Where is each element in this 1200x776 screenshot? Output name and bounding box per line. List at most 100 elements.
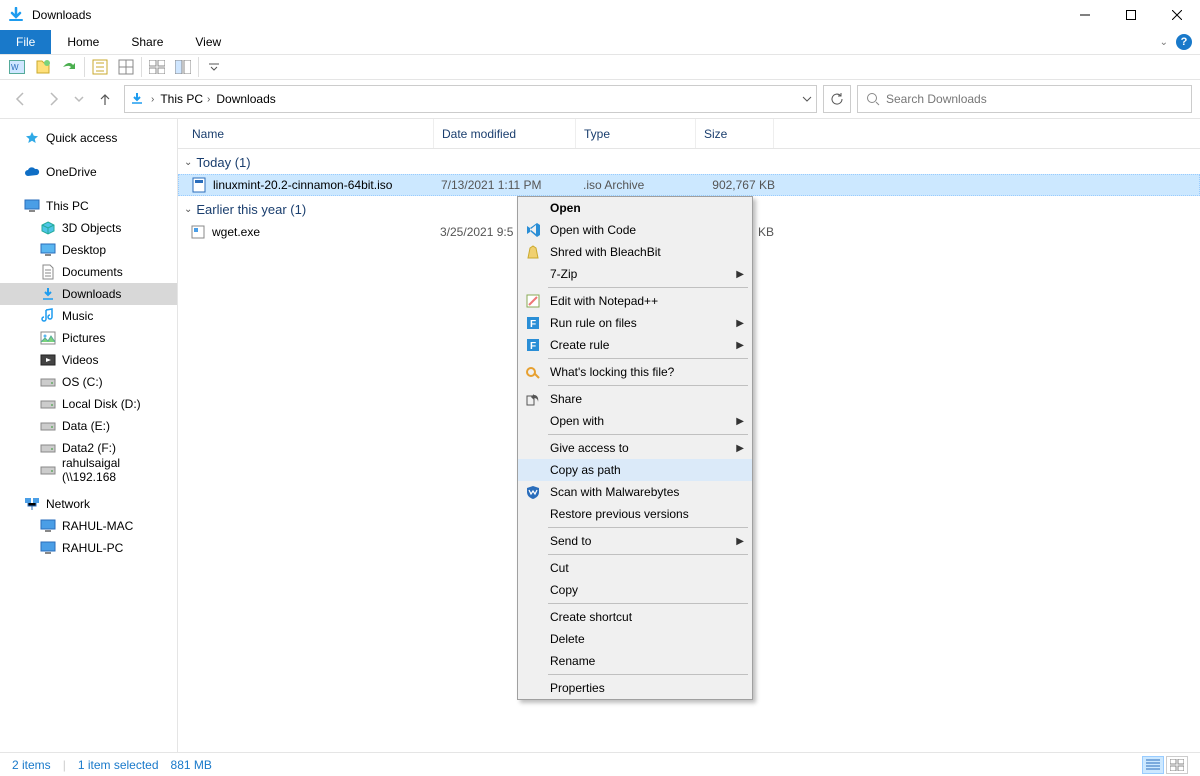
ribbon-help: ⌄ ? bbox=[1160, 30, 1200, 54]
nav-item[interactable]: Desktop bbox=[0, 239, 177, 261]
context-menu-item[interactable]: Open with▶ bbox=[518, 410, 752, 432]
recent-dropdown[interactable] bbox=[72, 86, 86, 112]
context-menu-item[interactable]: FRun rule on files▶ bbox=[518, 312, 752, 334]
menu-icon bbox=[524, 439, 542, 457]
minimize-button[interactable] bbox=[1062, 0, 1108, 30]
separator bbox=[198, 57, 199, 77]
menu-icon bbox=[524, 390, 542, 408]
context-menu-item[interactable]: Share bbox=[518, 388, 752, 410]
back-button[interactable] bbox=[8, 86, 34, 112]
folder-icon bbox=[40, 264, 56, 280]
qat-btn-6[interactable] bbox=[146, 56, 168, 78]
menu-icon bbox=[524, 559, 542, 577]
nav-item[interactable]: RAHUL-MAC bbox=[0, 515, 177, 537]
cloud-icon bbox=[24, 164, 40, 180]
qat-overflow[interactable] bbox=[203, 56, 225, 78]
address-row: › This PC› Downloads Search Downloads bbox=[0, 80, 1200, 118]
tab-share[interactable]: Share bbox=[115, 30, 179, 54]
qat-btn-2[interactable] bbox=[32, 56, 54, 78]
context-menu-item[interactable]: Open bbox=[518, 197, 752, 219]
ribbon-collapse-icon[interactable]: ⌄ bbox=[1160, 37, 1168, 48]
address-bar[interactable]: › This PC› Downloads bbox=[124, 85, 817, 113]
group-header[interactable]: ⌄Today (1) bbox=[178, 149, 1200, 174]
context-menu-item[interactable]: FCreate rule▶ bbox=[518, 334, 752, 356]
help-button[interactable]: ? bbox=[1176, 34, 1192, 50]
nav-item[interactable]: Downloads bbox=[0, 283, 177, 305]
context-menu-item[interactable]: 7-Zip▶ bbox=[518, 263, 752, 285]
col-name[interactable]: Name bbox=[178, 119, 434, 148]
breadcrumb-downloads[interactable]: Downloads bbox=[216, 92, 275, 106]
context-menu-item[interactable]: Send to▶ bbox=[518, 530, 752, 552]
chevron-down-icon: ⌄ bbox=[184, 157, 192, 168]
qat-btn-7[interactable] bbox=[172, 56, 194, 78]
context-menu-item[interactable]: Edit with Notepad++ bbox=[518, 290, 752, 312]
col-size[interactable]: Size bbox=[696, 119, 774, 148]
menu-icon: F bbox=[524, 336, 542, 354]
view-large-button[interactable] bbox=[1166, 756, 1188, 774]
maximize-button[interactable] bbox=[1108, 0, 1154, 30]
qat-btn-1[interactable]: W bbox=[6, 56, 28, 78]
window-title: Downloads bbox=[32, 8, 91, 22]
close-button[interactable] bbox=[1154, 0, 1200, 30]
up-button[interactable] bbox=[92, 86, 118, 112]
folder-icon bbox=[40, 286, 56, 302]
tab-home[interactable]: Home bbox=[51, 30, 115, 54]
context-menu-item[interactable]: Delete bbox=[518, 628, 752, 650]
network-icon bbox=[24, 496, 40, 512]
nav-onedrive[interactable]: OneDrive bbox=[0, 161, 177, 183]
nav-quick-access[interactable]: Quick access bbox=[0, 127, 177, 149]
nav-item[interactable]: Pictures bbox=[0, 327, 177, 349]
nav-item[interactable]: Local Disk (D:) bbox=[0, 393, 177, 415]
context-menu-item[interactable]: Rename bbox=[518, 650, 752, 672]
qat-btn-5[interactable] bbox=[115, 56, 137, 78]
folder-icon bbox=[40, 396, 56, 412]
folder-icon bbox=[40, 308, 56, 324]
context-menu-item[interactable]: Give access to▶ bbox=[518, 437, 752, 459]
context-menu-item[interactable]: Copy as path bbox=[518, 459, 752, 481]
context-menu-item[interactable]: Properties bbox=[518, 677, 752, 699]
col-date[interactable]: Date modified bbox=[434, 119, 576, 148]
forward-button[interactable] bbox=[40, 86, 66, 112]
nav-item[interactable]: RAHUL-PC bbox=[0, 537, 177, 559]
qat-btn-4[interactable] bbox=[89, 56, 111, 78]
file-row[interactable]: linuxmint-20.2-cinnamon-64bit.iso7/13/20… bbox=[178, 174, 1200, 196]
context-menu-item[interactable]: Cut bbox=[518, 557, 752, 579]
nav-item[interactable]: 3D Objects bbox=[0, 217, 177, 239]
ribbon-tabs: File Home Share View ⌄ ? bbox=[0, 30, 1200, 54]
qat-share-icon[interactable] bbox=[58, 56, 80, 78]
context-menu-item[interactable]: Shred with BleachBit bbox=[518, 241, 752, 263]
view-details-button[interactable] bbox=[1142, 756, 1164, 774]
nav-this-pc[interactable]: This PC bbox=[0, 195, 177, 217]
nav-network[interactable]: Network bbox=[0, 493, 177, 515]
separator bbox=[548, 603, 748, 604]
status-bar: 2 items | 1 item selected 881 MB bbox=[0, 752, 1200, 776]
context-menu-item[interactable]: Create shortcut bbox=[518, 606, 752, 628]
context-menu-item[interactable]: Scan with Malwarebytes bbox=[518, 481, 752, 503]
context-menu-item[interactable]: Copy bbox=[518, 579, 752, 601]
breadcrumb-this-pc[interactable]: This PC› bbox=[160, 92, 210, 106]
context-menu-item[interactable]: Restore previous versions bbox=[518, 503, 752, 525]
refresh-button[interactable] bbox=[823, 85, 851, 113]
context-menu-item[interactable]: What's locking this file? bbox=[518, 361, 752, 383]
address-dropdown[interactable] bbox=[802, 94, 812, 104]
chevron-right-icon: ▶ bbox=[736, 416, 744, 427]
pc-icon bbox=[24, 198, 40, 214]
file-icon bbox=[190, 224, 206, 240]
nav-item[interactable]: Videos bbox=[0, 349, 177, 371]
file-tab[interactable]: File bbox=[0, 30, 51, 54]
col-type[interactable]: Type bbox=[576, 119, 696, 148]
nav-item[interactable]: Music bbox=[0, 305, 177, 327]
tab-view[interactable]: View bbox=[179, 30, 237, 54]
nav-item[interactable]: Data (E:) bbox=[0, 415, 177, 437]
svg-text:W: W bbox=[11, 63, 19, 72]
status-selected: 1 item selected bbox=[78, 758, 159, 772]
separator bbox=[548, 527, 748, 528]
nav-item[interactable]: rahulsaigal (\\192.168 bbox=[0, 459, 177, 481]
folder-icon bbox=[40, 242, 56, 258]
chevron-right-icon[interactable]: › bbox=[151, 94, 154, 105]
nav-item[interactable]: Documents bbox=[0, 261, 177, 283]
menu-icon bbox=[524, 221, 542, 239]
nav-item[interactable]: OS (C:) bbox=[0, 371, 177, 393]
context-menu-item[interactable]: Open with Code bbox=[518, 219, 752, 241]
search-box[interactable]: Search Downloads bbox=[857, 85, 1192, 113]
